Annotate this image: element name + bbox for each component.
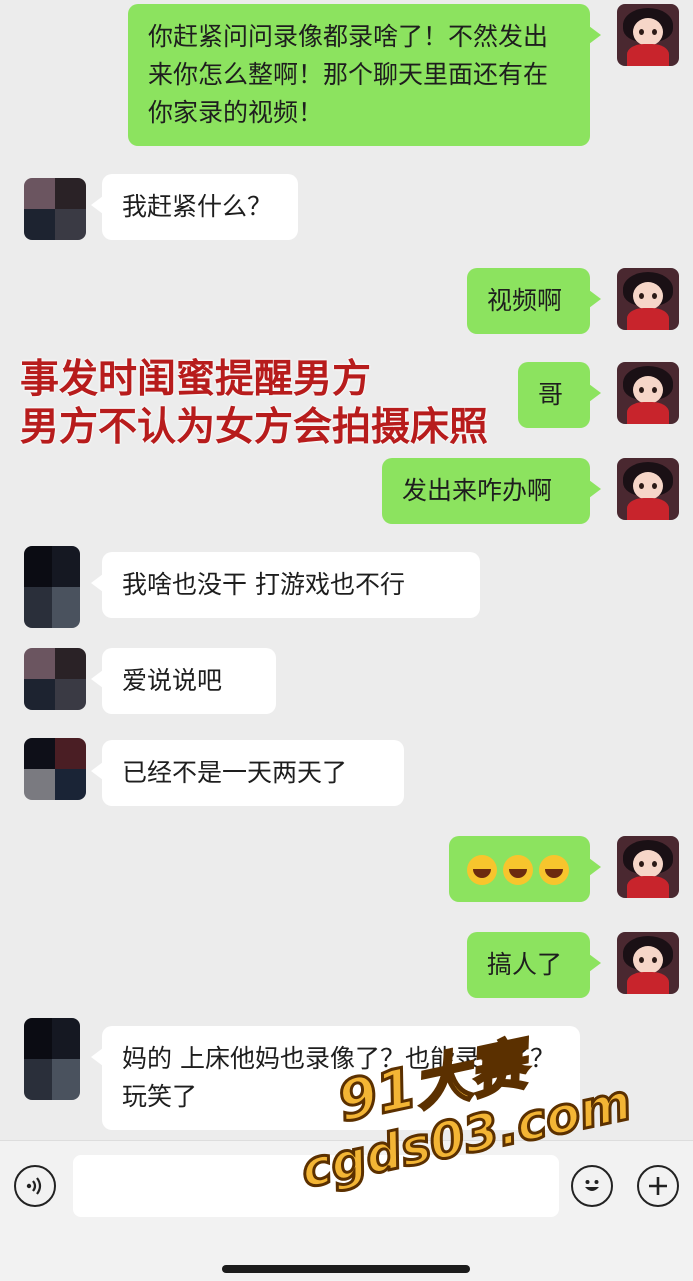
home-indicator[interactable]: [222, 1265, 470, 1273]
plus-icon[interactable]: [637, 1165, 679, 1207]
tears-of-joy-emoji-icon: [503, 855, 533, 885]
avatar[interactable]: [617, 458, 679, 520]
tears-of-joy-emoji-icon: [539, 855, 569, 885]
avatar[interactable]: [24, 648, 86, 710]
message-bubble-outgoing[interactable]: 哥: [518, 362, 601, 428]
message-bubble-outgoing[interactable]: 视频啊: [467, 268, 601, 334]
avatar[interactable]: [617, 932, 679, 994]
avatar[interactable]: [24, 738, 86, 800]
emoji-icon[interactable]: [571, 1165, 613, 1207]
message-bubble-incoming[interactable]: 已经不是一天两天了: [91, 740, 404, 806]
avatar[interactable]: [24, 1018, 80, 1100]
message-bubble-incoming[interactable]: 我赶紧什么？: [91, 174, 298, 240]
message-bubble-outgoing[interactable]: [449, 836, 601, 902]
avatar[interactable]: [24, 178, 86, 240]
voice-icon[interactable]: [14, 1165, 56, 1207]
message-bubble-outgoing[interactable]: 发出来咋办啊: [382, 458, 601, 524]
message-bubble-incoming[interactable]: 爱说说吧: [91, 648, 276, 714]
message-bubble-outgoing[interactable]: 搞人了: [467, 932, 601, 998]
overlay-caption-line1: 事发时闺蜜提醒男方: [20, 357, 372, 402]
avatar[interactable]: [617, 268, 679, 330]
avatar[interactable]: [617, 836, 679, 898]
avatar[interactable]: [617, 362, 679, 424]
overlay-caption-line2: 男方不认为女方会拍摄床照: [20, 405, 489, 450]
message-bubble-outgoing[interactable]: 你赶紧问问录像都录啥了！不然发出来你怎么整啊！那个聊天里面还有在你家录的视频！: [128, 4, 601, 146]
message-bubble-incoming[interactable]: 我啥也没干 打游戏也不行: [91, 552, 480, 618]
tears-of-joy-emoji-icon: [467, 855, 497, 885]
avatar[interactable]: [24, 546, 80, 628]
avatar[interactable]: [617, 4, 679, 66]
